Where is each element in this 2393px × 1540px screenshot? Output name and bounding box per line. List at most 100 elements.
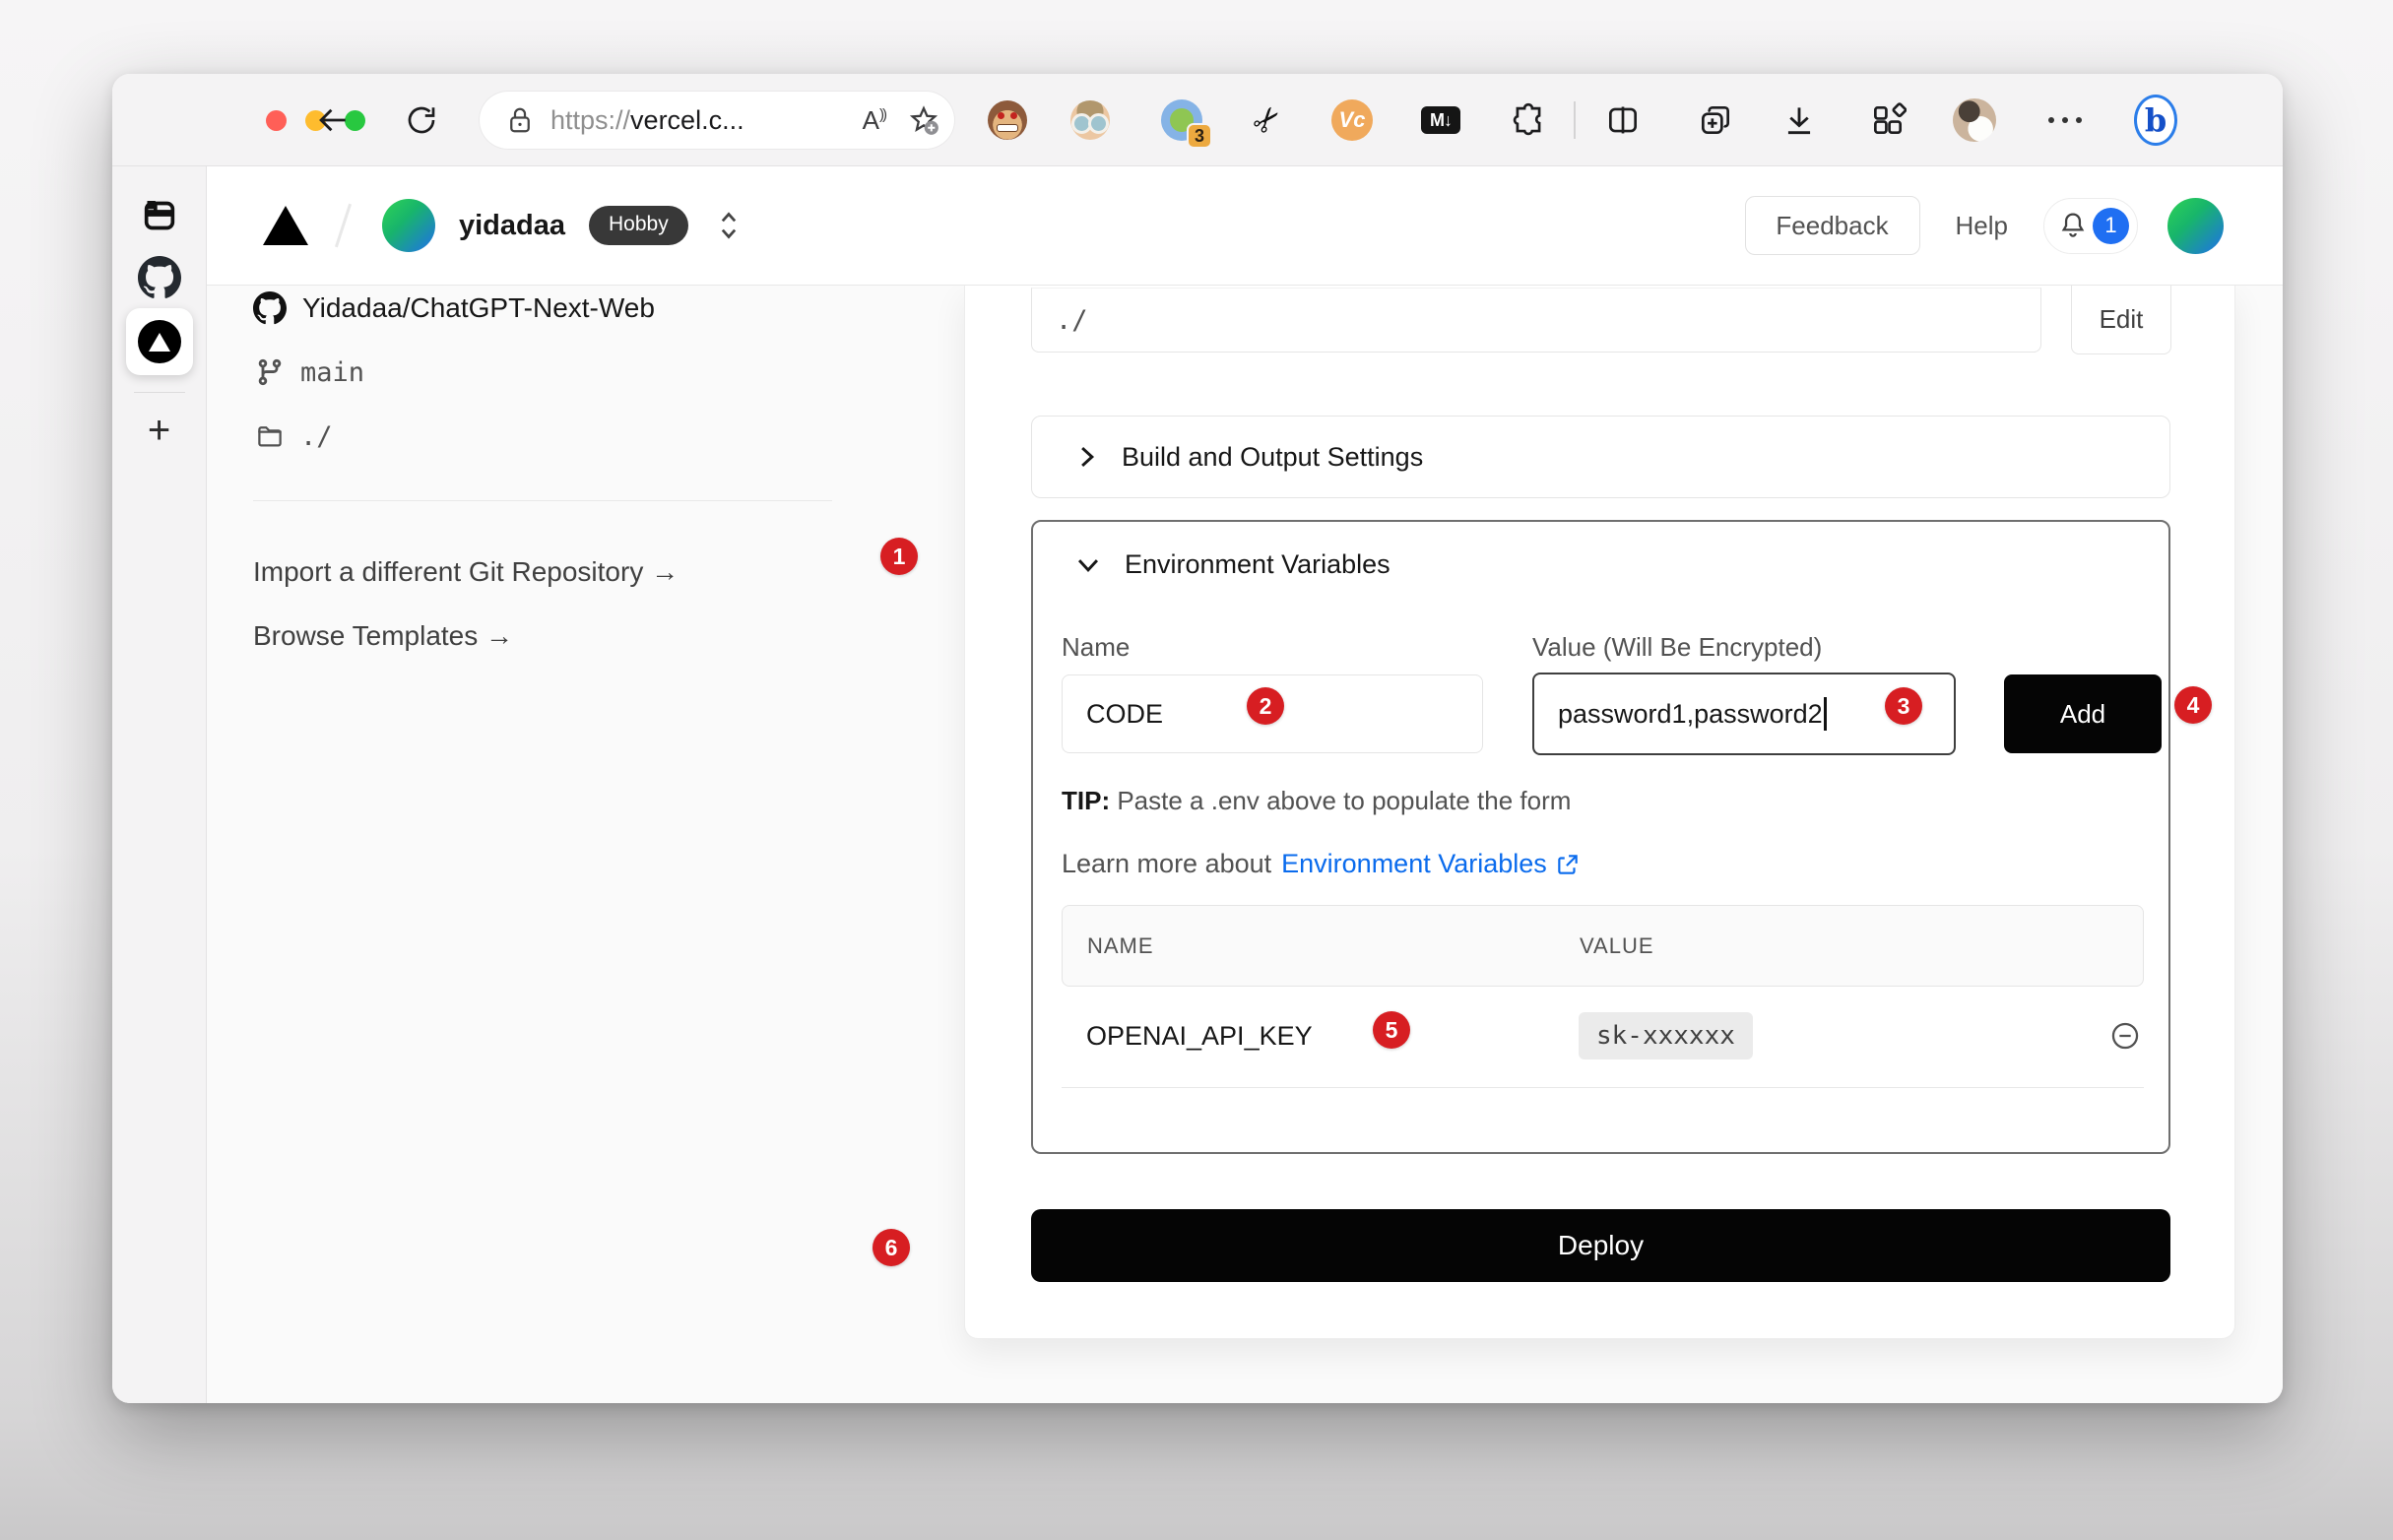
browser-toolbar: https://vercel.c... A)) 3 ✂ <box>112 74 2283 166</box>
bell-icon <box>2057 210 2089 241</box>
folder-icon <box>255 421 285 451</box>
root-directory-input[interactable]: ./ <box>1031 288 2041 353</box>
vercel-header: yidadaa Hobby Feedback Help 1 <box>207 166 2283 286</box>
notification-extension-icon[interactable]: 3 <box>1160 98 1203 142</box>
left-panel-divider <box>253 500 832 501</box>
browse-templates-link[interactable]: Browse Templates → <box>253 620 513 652</box>
repo-row: Yidadaa/ChatGPT-Next-Web <box>253 290 655 326</box>
remove-env-var-button[interactable] <box>2108 1019 2142 1053</box>
reload-icon <box>404 102 439 138</box>
text-caret <box>1824 697 1827 731</box>
back-button[interactable] <box>311 98 355 142</box>
annotation-badge-5: 5 <box>1373 1011 1410 1049</box>
sidebar-tab-github[interactable] <box>138 256 181 299</box>
user-avatar[interactable] <box>2167 198 2224 254</box>
env-name-input-value: CODE <box>1086 699 1163 730</box>
tampermonkey-extension-icon[interactable] <box>986 98 1029 142</box>
annotation-badge-6: 6 <box>873 1229 910 1266</box>
deploy-button[interactable]: Deploy <box>1031 1209 2170 1282</box>
download-icon <box>1780 101 1818 139</box>
split-screen-icon <box>1604 101 1642 139</box>
tip-bold: TIP: <box>1062 786 1110 815</box>
bing-icon: b <box>2134 95 2177 146</box>
import-different-repo-link[interactable]: Import a different Git Repository → <box>253 556 679 588</box>
feedback-button[interactable]: Feedback <box>1745 196 1920 255</box>
monkey-icon <box>988 100 1027 140</box>
split-screen-button[interactable] <box>1601 98 1645 142</box>
environment-variables-section: Environment Variables Name Value (Will B… <box>1031 520 2170 1154</box>
markdown-download-extension-icon[interactable]: M↓ <box>1419 98 1462 142</box>
env-table-header: NAME VALUE <box>1062 905 2144 987</box>
close-window-button[interactable] <box>266 110 287 131</box>
env-value-input-value: password1,password2 <box>1558 699 1823 730</box>
branch-row: main <box>255 354 364 390</box>
env-learn-more: Learn more about Environment Variables <box>1062 849 1581 879</box>
env-table-value-header: VALUE <box>1580 933 1654 959</box>
markdown-download-icon: M↓ <box>1421 106 1460 134</box>
sidebar-tab-search-button[interactable] <box>140 196 179 235</box>
clipper-extension-icon[interactable]: ✂ <box>1246 98 1289 142</box>
sidebar-tab-vercel-active[interactable] <box>126 308 193 375</box>
chevron-right-icon <box>1076 444 1098 470</box>
scissors-icon: ✂ <box>1244 96 1292 144</box>
extensions-menu-button[interactable] <box>1507 98 1550 142</box>
env-section-toggle[interactable]: Environment Variables <box>1075 549 1391 580</box>
collections-button[interactable] <box>1694 98 1737 142</box>
repo-name: Yidadaa/ChatGPT-Next-Web <box>302 292 655 324</box>
build-output-settings-section[interactable]: Build and Output Settings <box>1031 416 2170 498</box>
url-scheme: https:// <box>550 105 630 135</box>
notification-count-badge: 1 <box>2093 208 2129 244</box>
glasses-face-extension-icon[interactable] <box>1068 98 1112 142</box>
tip-rest: Paste a .env above to populate the form <box>1110 786 1571 815</box>
notifications-button[interactable]: 1 <box>2043 198 2138 254</box>
apps-grid-icon <box>1869 101 1907 139</box>
env-section-title: Environment Variables <box>1125 549 1391 580</box>
plan-badge: Hobby <box>589 206 688 245</box>
vercel-icon <box>138 320 181 363</box>
team-switcher-button[interactable] <box>716 209 742 242</box>
browser-profile-button[interactable] <box>1953 98 1996 142</box>
root-dir-row: ./ <box>255 418 333 454</box>
build-section-title: Build and Output Settings <box>1122 442 1423 473</box>
annotation-badge-2: 2 <box>1247 687 1284 725</box>
add-env-var-button[interactable]: Add <box>2004 674 2162 753</box>
team-name: yidadaa <box>459 210 565 242</box>
annotation-badge-3: 3 <box>1885 687 1922 725</box>
env-row-divider <box>1062 1087 2144 1088</box>
branch-name: main <box>300 357 364 388</box>
github-icon <box>253 291 287 325</box>
settings-more-button[interactable] <box>2043 98 2087 142</box>
env-table-row: OPENAI_API_KEY sk-xxxxxx <box>1062 996 2144 1075</box>
chevron-up-down-icon <box>716 209 742 242</box>
face-with-glasses-icon <box>1070 100 1110 140</box>
add-favorite-star-icon[interactable] <box>907 103 940 137</box>
lock-icon <box>505 105 535 135</box>
profile-avatar <box>1953 98 1996 142</box>
value-field-label: Value (Will Be Encrypted) <box>1532 632 1822 663</box>
header-breadcrumb: yidadaa Hobby <box>263 199 742 252</box>
learn-more-prefix: Learn more about <box>1062 849 1271 879</box>
environment-variables-link[interactable]: Environment Variables <box>1281 849 1581 879</box>
env-var-value: sk-xxxxxx <box>1579 1012 1753 1059</box>
read-aloud-button[interactable]: A)) <box>863 105 885 136</box>
bing-chat-button[interactable]: b <box>2134 98 2177 142</box>
github-icon <box>138 256 181 299</box>
git-branch-icon <box>255 357 285 387</box>
puzzle-icon <box>1510 101 1547 139</box>
sidebar-divider <box>134 392 185 393</box>
sidebar-new-tab-button[interactable]: + <box>148 411 170 450</box>
env-var-name: OPENAI_API_KEY <box>1086 1021 1579 1052</box>
apps-button[interactable] <box>1866 98 1909 142</box>
vc-icon: Vc <box>1331 99 1373 141</box>
help-link[interactable]: Help <box>1956 211 2008 241</box>
downloads-button[interactable] <box>1778 98 1821 142</box>
toolbar-divider <box>1574 101 1576 139</box>
url-host: vercel.c... <box>630 105 744 135</box>
extension-badge-count: 3 <box>1187 123 1212 149</box>
configure-project-card: ./ Edit Build and Output Settings Enviro… <box>964 286 2235 1339</box>
reload-button[interactable] <box>400 98 443 142</box>
address-bar[interactable]: https://vercel.c... A)) <box>480 92 954 149</box>
annotation-badge-1: 1 <box>880 538 918 575</box>
vc-extension-icon[interactable]: Vc <box>1330 98 1374 142</box>
edit-root-directory-button[interactable]: Edit <box>2071 286 2171 354</box>
